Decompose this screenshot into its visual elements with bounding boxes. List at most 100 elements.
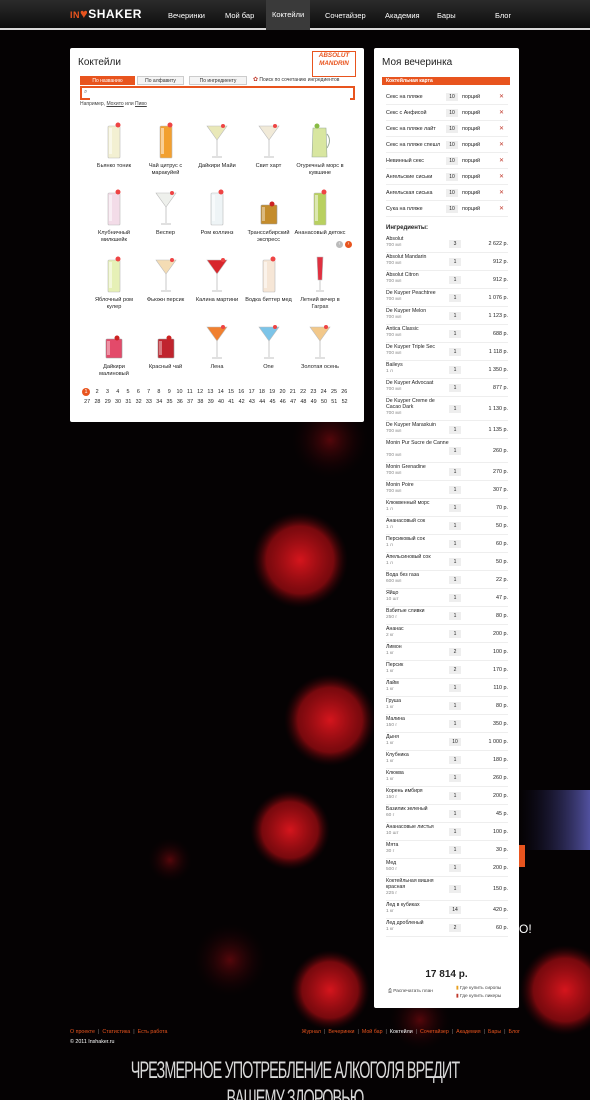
ingredient-name[interactable]: Ананасовые листья xyxy=(386,824,450,830)
servings-input[interactable]: 10 xyxy=(446,141,458,149)
cocktail-card[interactable]: Огуречный морс в кувшине xyxy=(294,118,346,176)
page-link[interactable]: 48 xyxy=(298,397,308,407)
ingredient-name[interactable]: Базилик зеленый xyxy=(386,806,450,812)
cocktail-card[interactable]: Дайкири Майи xyxy=(191,118,243,170)
ingredient-qty-input[interactable]: 1 xyxy=(449,576,461,584)
absolut-mandrin-logo[interactable]: ABSOLUT MANDRIN xyxy=(312,51,356,77)
ingredient-qty-input[interactable]: 1 xyxy=(449,720,461,728)
ingredient-name[interactable]: Взбитые сливки xyxy=(386,608,450,614)
footer-link[interactable]: Вечеринки xyxy=(328,1029,354,1035)
cocktail-card[interactable]: Водка биттер мед xyxy=(243,252,295,304)
page-link[interactable]: 42 xyxy=(236,397,246,407)
page-link[interactable]: 43 xyxy=(247,397,257,407)
nav-item[interactable]: Коктейли xyxy=(266,0,311,30)
cocktail-card[interactable]: Клубничный милкшейк xyxy=(88,185,140,243)
page-link[interactable]: 49 xyxy=(309,397,319,407)
ingredient-name[interactable]: Monin Pur Sucre de Canne xyxy=(386,440,450,446)
ingredient-name[interactable]: Коктейльная вишня красная xyxy=(386,878,450,890)
cocktail-card[interactable]: Ананасовый детокс xyxy=(294,185,346,237)
print-plan-button[interactable]: ⎙ Распечатать план xyxy=(388,988,433,994)
cocktail-card[interactable]: Чай цитрус с маракуйей xyxy=(140,118,192,176)
ingredient-name[interactable]: Клюквенный морс xyxy=(386,500,450,506)
side-advertisement[interactable]: O! xyxy=(519,770,590,990)
party-cocktail-name[interactable]: Секс на пляже лайт xyxy=(386,126,436,132)
ingredient-name[interactable]: Дыня xyxy=(386,734,450,740)
prev-arrow-icon[interactable]: ‹ xyxy=(336,241,343,248)
page-link[interactable]: 11 xyxy=(185,387,195,397)
page-link[interactable]: 33 xyxy=(144,397,154,407)
ingredient-name[interactable]: Antica Classic xyxy=(386,326,450,332)
page-link[interactable]: 26 xyxy=(339,387,349,397)
ingredient-qty-input[interactable]: 1 xyxy=(449,468,461,476)
page-link[interactable]: 7 xyxy=(143,387,153,397)
ingredient-qty-input[interactable]: 10 xyxy=(449,738,461,746)
remove-icon[interactable]: ✕ xyxy=(499,205,504,212)
page-link[interactable]: 9 xyxy=(164,387,174,397)
ingredient-qty-input[interactable]: 1 xyxy=(449,558,461,566)
page-link[interactable]: 14 xyxy=(216,387,226,397)
page-link[interactable]: 15 xyxy=(226,387,236,397)
ingredient-name[interactable]: De Kuyper Creme de Cacao Dark xyxy=(386,398,450,410)
ingredient-name[interactable]: Клубника xyxy=(386,752,450,758)
buy-liqueurs-link[interactable]: ▮ Где купить ликеры xyxy=(456,994,501,999)
ingredient-qty-input[interactable]: 1 xyxy=(449,348,461,356)
ingredient-name[interactable]: Груша xyxy=(386,698,450,704)
cocktail-card[interactable]: Бьянко тоник xyxy=(88,118,140,170)
party-cocktail-name[interactable]: Ангельские сиськи xyxy=(386,174,432,180)
page-link[interactable]: 27 xyxy=(82,397,92,407)
ingredient-qty-input[interactable]: 1 xyxy=(449,330,461,338)
ingredient-qty-input[interactable]: 1 xyxy=(449,276,461,284)
page-link[interactable]: 52 xyxy=(339,397,349,407)
party-cocktail-name[interactable]: Секс на пляже спешл xyxy=(386,142,440,148)
ingredient-qty-input[interactable]: 1 xyxy=(449,258,461,266)
page-link[interactable]: 5 xyxy=(123,387,133,397)
ingredient-qty-input[interactable]: 1 xyxy=(449,594,461,602)
cocktail-card[interactable]: Ром коллинз xyxy=(191,185,243,237)
ingredient-qty-input[interactable]: 1 xyxy=(449,702,461,710)
ingredient-qty-input[interactable]: 2 xyxy=(449,648,461,656)
ingredient-name[interactable]: Персик xyxy=(386,662,450,668)
party-cocktail-name[interactable]: Секс с Анфисой xyxy=(386,110,426,116)
page-link[interactable]: 16 xyxy=(236,387,246,397)
ingredient-qty-input[interactable]: 1 xyxy=(449,486,461,494)
tab-sort[interactable]: По названию xyxy=(80,76,135,85)
servings-input[interactable]: 10 xyxy=(446,205,458,213)
ingredient-qty-input[interactable]: 1 xyxy=(449,540,461,548)
page-link[interactable]: 38 xyxy=(195,397,205,407)
next-arrow-icon[interactable]: › xyxy=(345,241,352,248)
footer-link[interactable]: Мой бар xyxy=(362,1029,383,1035)
ingredient-qty-input[interactable]: 1 xyxy=(449,885,461,893)
ingredient-name[interactable]: Вода без газа xyxy=(386,572,450,578)
ingredient-qty-input[interactable]: 1 xyxy=(449,384,461,392)
page-link[interactable]: 6 xyxy=(133,387,143,397)
ingredient-name[interactable]: Персиковый сок xyxy=(386,536,450,542)
ingredient-qty-input[interactable]: 1 xyxy=(449,756,461,764)
page-link[interactable]: 21 xyxy=(288,387,298,397)
remove-icon[interactable]: ✕ xyxy=(499,157,504,164)
ingredient-name[interactable]: Апельсиновый сок xyxy=(386,554,450,560)
ingredient-name[interactable]: Absolut Citron xyxy=(386,272,450,278)
page-link[interactable]: 41 xyxy=(226,397,236,407)
buy-syrups-link[interactable]: ▮ Где купить сиропы xyxy=(456,986,501,991)
page-link[interactable]: 12 xyxy=(195,387,205,397)
ingredient-qty-input[interactable]: 1 xyxy=(449,312,461,320)
servings-input[interactable]: 10 xyxy=(446,109,458,117)
page-link[interactable]: 36 xyxy=(175,397,185,407)
nav-item[interactable]: Бары xyxy=(437,11,456,20)
page-link[interactable]: 22 xyxy=(298,387,308,397)
remove-icon[interactable]: ✕ xyxy=(499,109,504,116)
ingredient-name[interactable]: De Kuyper Melon xyxy=(386,308,450,314)
cocktail-card[interactable]: Красный чай xyxy=(140,319,192,371)
ingredient-qty-input[interactable]: 1 xyxy=(449,504,461,512)
ingredient-qty-input[interactable]: 3 xyxy=(449,240,461,248)
footer-link[interactable]: Есть работа xyxy=(138,1029,168,1035)
page-link[interactable]: 40 xyxy=(216,397,226,407)
servings-input[interactable]: 10 xyxy=(446,189,458,197)
page-link[interactable]: 20 xyxy=(277,387,287,397)
ingredient-name[interactable]: De Kuyper Peachtree xyxy=(386,290,450,296)
ingredient-qty-input[interactable]: 1 xyxy=(449,828,461,836)
page-link[interactable]: 24 xyxy=(319,387,329,397)
hint-link-mojito[interactable]: Мохито xyxy=(106,101,123,107)
page-link[interactable]: 17 xyxy=(246,387,256,397)
ingredient-name[interactable]: Лед в кубиках xyxy=(386,902,450,908)
